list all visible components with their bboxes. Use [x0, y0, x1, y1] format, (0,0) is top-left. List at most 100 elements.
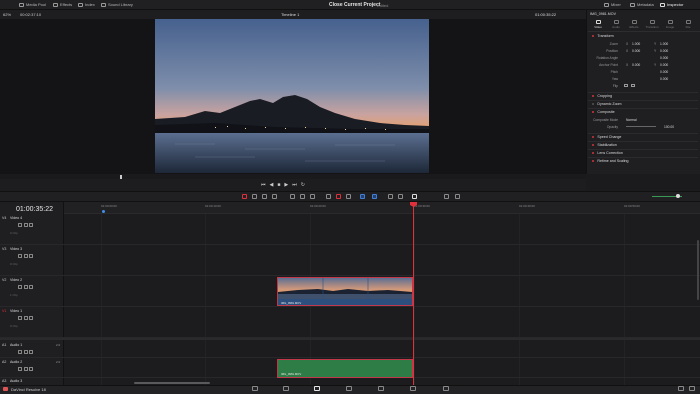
jump-start-icon[interactable]: ⏮	[261, 182, 266, 188]
play-icon[interactable]: ▶	[284, 182, 288, 188]
loop-icon[interactable]: ↻	[301, 182, 305, 188]
jump-end-icon[interactable]: ⏭	[292, 182, 297, 188]
opacity-slider[interactable]	[626, 126, 656, 127]
vertical-scrollbar[interactable]	[697, 240, 699, 300]
opacity-field[interactable]: 100.00	[664, 125, 674, 129]
flag-icon[interactable]	[360, 194, 365, 199]
linked-selection-icon[interactable]	[336, 194, 341, 199]
position-lock-icon[interactable]	[346, 194, 351, 199]
auto-select-icon[interactable]	[23, 316, 28, 320]
tab-transition[interactable]: Transition	[643, 20, 661, 29]
lens-correction-section-header[interactable]: Lens Correction	[592, 151, 623, 155]
horizontal-scrollbar[interactable]	[134, 382, 210, 384]
zoom-level[interactable]: 62%	[3, 12, 11, 17]
zoom-y-field[interactable]: 1.000	[660, 42, 668, 46]
transform-section-header[interactable]: Transform	[592, 34, 614, 38]
position-y-field[interactable]: 0.000	[660, 49, 668, 53]
cut-page-icon[interactable]	[283, 386, 289, 391]
audio-clip[interactable]: IMG_0981.MOV	[277, 359, 413, 378]
composite-mode-select[interactable]: Normal	[626, 118, 637, 122]
metadata-icon	[630, 2, 635, 7]
auto-select-icon[interactable]	[23, 254, 28, 258]
monitor-icon[interactable]	[29, 223, 33, 227]
edit-page-icon[interactable]	[314, 386, 320, 391]
yaw-field[interactable]: 0.000	[660, 77, 668, 81]
solo-icon[interactable]	[23, 350, 28, 354]
flip-vertical-icon[interactable]	[631, 84, 635, 87]
inspector-button[interactable]: Inspector	[660, 2, 683, 7]
auto-select-icon[interactable]	[23, 223, 28, 227]
lock-icon[interactable]	[18, 350, 22, 354]
overwrite-clip-icon[interactable]	[300, 194, 305, 199]
timeline-timecode[interactable]: 01:00:35:22	[16, 206, 53, 213]
lock-icon[interactable]	[18, 254, 22, 258]
lock-icon[interactable]	[18, 285, 22, 289]
track-name: Video 2	[10, 278, 23, 282]
auto-select-icon[interactable]	[23, 285, 28, 289]
monitor-icon[interactable]	[29, 316, 33, 320]
monitor-icon[interactable]	[29, 254, 33, 258]
zoom-icon[interactable]	[412, 194, 417, 199]
mute-icon[interactable]	[29, 350, 33, 354]
cropping-section-header[interactable]: Cropping	[592, 94, 612, 98]
selection-tool-icon[interactable]	[242, 194, 247, 199]
media-pool-button[interactable]: Media Pool	[19, 2, 46, 7]
media-page-icon[interactable]	[252, 386, 258, 391]
volume-slider-handle[interactable]	[676, 194, 680, 198]
position-x-field[interactable]: 0.000	[632, 49, 640, 53]
marker-icon[interactable]	[372, 194, 377, 199]
fusion-page-icon[interactable]	[346, 386, 352, 391]
zoom-x-field[interactable]: 1.000	[632, 42, 640, 46]
timeline-name[interactable]: Timeline 1	[281, 12, 299, 17]
tab-file[interactable]: File	[679, 20, 697, 29]
reverse-icon[interactable]: ◀	[270, 182, 274, 188]
composite-section-header[interactable]: Composite	[592, 110, 615, 114]
replace-clip-icon[interactable]	[310, 194, 315, 199]
retime-scaling-section-header[interactable]: Retime and Scaling	[592, 159, 629, 163]
zoom-in-icon[interactable]	[455, 194, 460, 199]
trim-tool-icon[interactable]	[252, 194, 257, 199]
dynamic-zoom-section-header[interactable]: Dynamic Zoom	[592, 102, 622, 106]
speed-change-section-header[interactable]: Speed Change	[592, 135, 621, 139]
tab-audio[interactable]: Audio	[607, 20, 625, 29]
tab-effects[interactable]: Effects	[625, 20, 643, 29]
deliver-page-icon[interactable]	[443, 386, 449, 391]
pitch-field[interactable]: 0.000	[660, 70, 668, 74]
settings-icon[interactable]	[689, 386, 695, 391]
anchor-x-field[interactable]: 0.000	[632, 63, 640, 67]
tab-video[interactable]: Video	[589, 20, 607, 29]
solo-icon[interactable]	[23, 367, 28, 371]
stop-icon[interactable]: ■	[277, 182, 280, 188]
fairlight-page-icon[interactable]	[410, 386, 416, 391]
insert-clip-icon[interactable]	[290, 194, 295, 199]
lock-icon[interactable]	[18, 223, 22, 227]
rotation-field[interactable]: 0.000	[660, 56, 668, 60]
mixer-button[interactable]: Mixer	[604, 2, 621, 7]
detail-zoom-icon[interactable]	[398, 194, 403, 199]
index-button[interactable]: Index	[78, 2, 95, 7]
color-page-icon[interactable]	[378, 386, 384, 391]
lock-icon[interactable]	[18, 367, 22, 371]
mute-icon[interactable]	[29, 367, 33, 371]
snapping-icon[interactable]	[326, 194, 331, 199]
video-clip[interactable]: IMG_0981.MOV	[277, 277, 413, 306]
track-id: A1	[2, 343, 7, 347]
lock-icon[interactable]	[18, 316, 22, 320]
sound-library-button[interactable]: Sound Library	[101, 2, 133, 7]
tab-image[interactable]: Image	[661, 20, 679, 29]
blade-tool-icon[interactable]	[272, 194, 277, 199]
full-extent-zoom-icon[interactable]	[388, 194, 393, 199]
timeline-ruler[interactable]	[64, 202, 700, 214]
stabilization-section-header[interactable]: Stabilization	[592, 143, 617, 147]
track-id[interactable]: V1	[2, 309, 6, 313]
metadata-button[interactable]: Metadata	[630, 2, 654, 7]
playhead[interactable]	[413, 202, 414, 385]
timeline-marker[interactable]	[102, 210, 105, 213]
monitor-icon[interactable]	[29, 285, 33, 289]
zoom-out-icon[interactable]	[444, 194, 449, 199]
dynamic-trim-icon[interactable]	[262, 194, 267, 199]
home-icon[interactable]	[678, 386, 684, 391]
anchor-y-field[interactable]: 0.000	[660, 63, 668, 67]
effects-button[interactable]: Effects	[53, 2, 72, 7]
flip-horizontal-icon[interactable]	[624, 84, 628, 87]
